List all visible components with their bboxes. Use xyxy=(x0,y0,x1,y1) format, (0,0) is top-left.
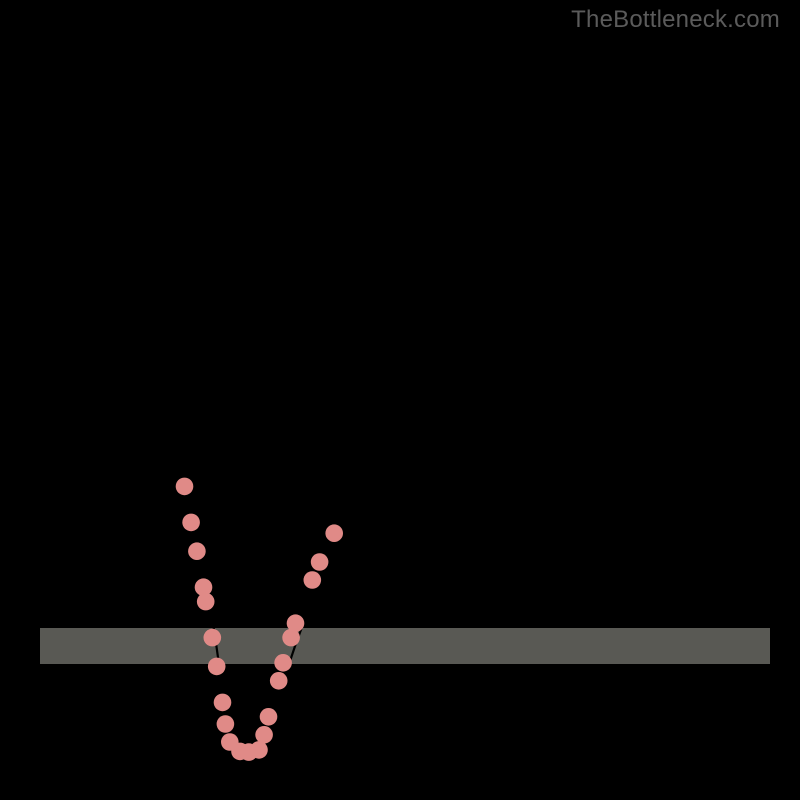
marker-dot xyxy=(250,741,268,759)
marker-dot xyxy=(208,658,226,676)
marker-dot xyxy=(214,694,232,712)
marker-dot xyxy=(287,614,305,632)
marker-dot xyxy=(182,514,200,532)
marker-dot xyxy=(325,524,343,542)
marker-dot xyxy=(176,478,194,496)
marker-dot xyxy=(204,629,222,647)
marker-group xyxy=(176,478,343,761)
marker-dot xyxy=(188,542,206,560)
marker-dot xyxy=(260,708,278,726)
marker-dot xyxy=(270,672,288,690)
marker-dot xyxy=(217,715,235,733)
marker-dot xyxy=(255,726,273,744)
marker-dot xyxy=(274,654,292,672)
curve-right-branch xyxy=(261,242,770,753)
marker-dot xyxy=(311,553,329,571)
marker-dot xyxy=(197,593,215,611)
chart-frame: TheBottleneck.com xyxy=(0,0,800,800)
curve-left-branch xyxy=(77,40,232,753)
plot-area xyxy=(40,40,770,760)
bottleneck-curve xyxy=(40,40,770,760)
watermark-text: TheBottleneck.com xyxy=(571,6,780,34)
marker-dot xyxy=(304,571,322,589)
